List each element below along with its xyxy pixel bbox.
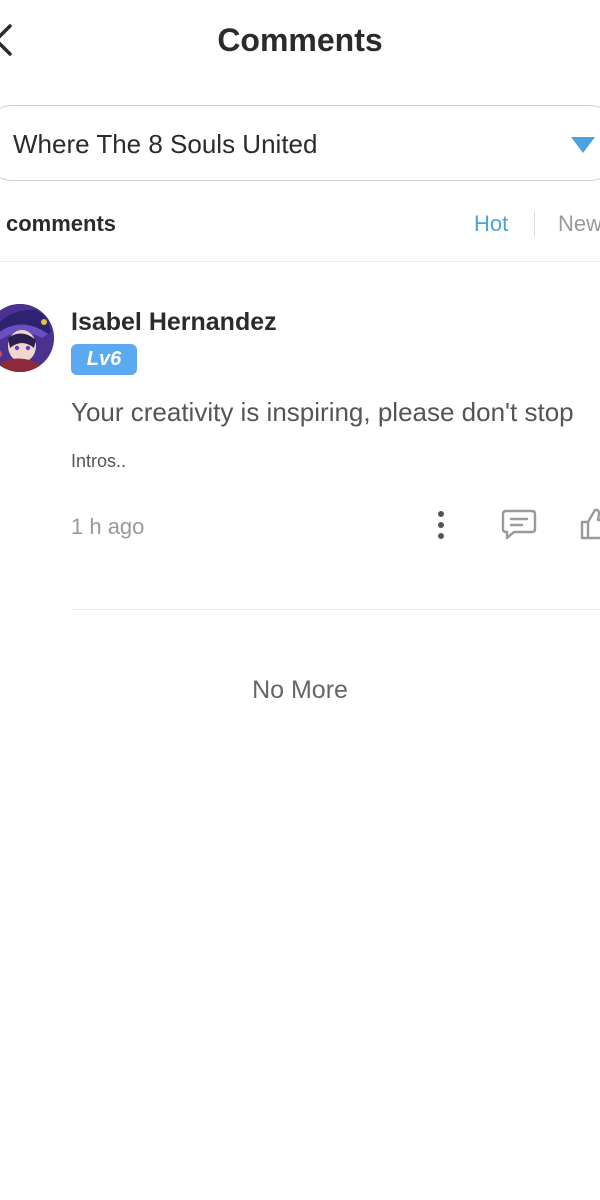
page-title: Comments bbox=[217, 22, 383, 58]
reply-icon[interactable] bbox=[500, 507, 538, 541]
tab-hot[interactable]: Hot bbox=[474, 210, 508, 238]
header: Comments bbox=[0, 0, 600, 82]
comment-text: Your creativity is inspiring, please don… bbox=[71, 397, 574, 427]
triangle-down-icon bbox=[571, 137, 595, 153]
comments-count-label: comments bbox=[6, 211, 117, 236]
tab-new[interactable]: New bbox=[558, 210, 600, 238]
no-more-label: No More bbox=[252, 676, 348, 704]
comment-item: Isabel Hernandez Lv6 Your creativity is … bbox=[0, 262, 600, 612]
chapter-select[interactable]: Where The 8 Souls United bbox=[0, 105, 600, 181]
comments-page: Comments Where The 8 Souls United commen… bbox=[0, 0, 600, 1200]
avatar-image bbox=[0, 304, 54, 372]
comments-sort-bar: comments Hot New bbox=[0, 190, 600, 262]
more-vertical-icon[interactable] bbox=[431, 508, 451, 542]
chapter-select-value: Where The 8 Souls United bbox=[13, 129, 318, 159]
level-badge: Lv6 bbox=[71, 344, 137, 375]
item-divider bbox=[71, 609, 600, 610]
tab-divider bbox=[534, 212, 535, 236]
comment-time: 1 h ago bbox=[71, 514, 145, 539]
author-name[interactable]: Isabel Hernandez bbox=[71, 307, 277, 337]
like-icon[interactable] bbox=[578, 506, 600, 542]
comment-tag[interactable]: Intros.. bbox=[71, 450, 126, 472]
avatar[interactable] bbox=[0, 304, 54, 372]
